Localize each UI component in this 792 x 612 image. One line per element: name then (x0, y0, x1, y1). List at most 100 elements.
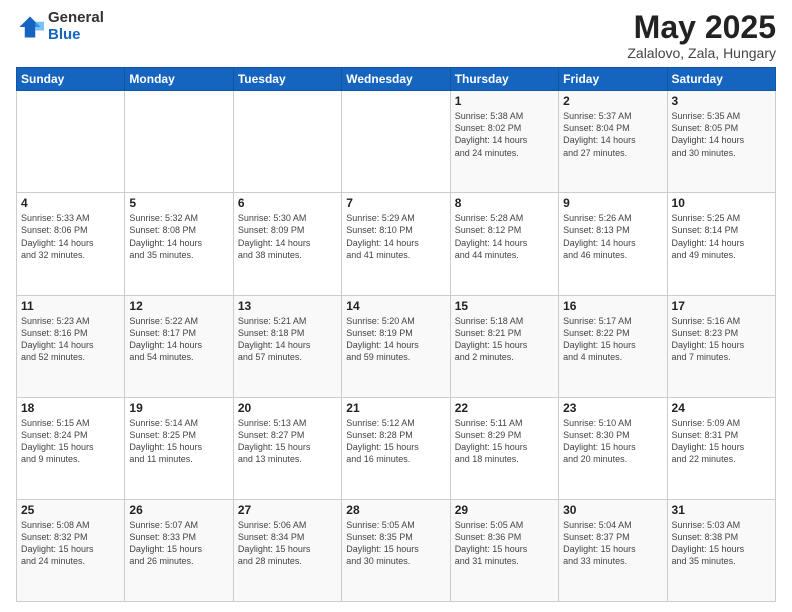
logo: General Blue (16, 10, 104, 43)
cell-info: Sunrise: 5:22 AM Sunset: 8:17 PM Dayligh… (129, 315, 228, 364)
cell-info: Sunrise: 5:16 AM Sunset: 8:23 PM Dayligh… (672, 315, 771, 364)
table-row: 8 Sunrise: 5:28 AM Sunset: 8:12 PM Daylig… (450, 193, 558, 295)
calendar-table: Sunday Monday Tuesday Wednesday Thursday… (16, 67, 776, 602)
day-number: 19 (129, 401, 228, 415)
table-row: 11Sunrise: 5:23 AM Sunset: 8:16 PM Dayli… (17, 295, 125, 397)
day-number: 20 (238, 401, 337, 415)
cell-info: Sunrise: 5:38 AM Sunset: 8:02 PM Dayligh… (455, 110, 554, 159)
table-row: 23Sunrise: 5:10 AM Sunset: 8:30 PM Dayli… (559, 397, 667, 499)
day-number: 30 (563, 503, 662, 517)
day-number: 17 (672, 299, 771, 313)
col-saturday: Saturday (667, 68, 775, 91)
cell-info: Sunrise: 5:28 AM Sunset: 8:12 PM Dayligh… (455, 212, 554, 261)
day-number: 21 (346, 401, 445, 415)
header-row: Sunday Monday Tuesday Wednesday Thursday… (17, 68, 776, 91)
cell-info: Sunrise: 5:33 AM Sunset: 8:06 PM Dayligh… (21, 212, 120, 261)
cell-info: Sunrise: 5:05 AM Sunset: 8:36 PM Dayligh… (455, 519, 554, 568)
table-row: 5Sunrise: 5:32 AM Sunset: 8:08 PM Daylig… (125, 193, 233, 295)
table-row: 14Sunrise: 5:20 AM Sunset: 8:19 PM Dayli… (342, 295, 450, 397)
cell-info: Sunrise: 5:30 AM Sunset: 8:09 PM Dayligh… (238, 212, 337, 261)
day-number: 22 (455, 401, 554, 415)
col-friday: Friday (559, 68, 667, 91)
table-row: 1Sunrise: 5:38 AM Sunset: 8:02 PM Daylig… (450, 91, 558, 193)
table-row: 31Sunrise: 5:03 AM Sunset: 8:38 PM Dayli… (667, 499, 775, 601)
day-number: 26 (129, 503, 228, 517)
table-row: 15Sunrise: 5:18 AM Sunset: 8:21 PM Dayli… (450, 295, 558, 397)
day-number: 3 (672, 94, 771, 108)
cell-info: Sunrise: 5:13 AM Sunset: 8:27 PM Dayligh… (238, 417, 337, 466)
week-row-4: 18 Sunrise: 5:15 AM Sunset: 8:24 PM Dayli… (17, 397, 776, 499)
week-row-1: 1Sunrise: 5:38 AM Sunset: 8:02 PM Daylig… (17, 91, 776, 193)
table-row (342, 91, 450, 193)
day-number: 23 (563, 401, 662, 415)
table-row: 13 Sunrise: 5:21 AM Sunset: 8:18 PM Dayli… (233, 295, 341, 397)
day-number: 4 (21, 196, 120, 210)
col-wednesday: Wednesday (342, 68, 450, 91)
cell-info: Sunrise: 5:25 AM Sunset: 8:14 PM Dayligh… (672, 212, 771, 261)
day-number: 28 (346, 503, 445, 517)
logo-general: General (48, 10, 104, 27)
table-row (233, 91, 341, 193)
cell-info: Sunrise: 5:14 AM Sunset: 8:25 PM Dayligh… (129, 417, 228, 466)
table-row: 3 Sunrise: 5:35 AM Sunset: 8:05 PM Daylig… (667, 91, 775, 193)
cell-info: Sunrise: 5:21 AM Sunset: 8:18 PM Dayligh… (238, 315, 337, 364)
table-row: 12 Sunrise: 5:22 AM Sunset: 8:17 PM Dayli… (125, 295, 233, 397)
table-row (17, 91, 125, 193)
day-number: 9 (563, 196, 662, 210)
calendar-title: May 2025 (627, 10, 776, 45)
table-row: 9 Sunrise: 5:26 AM Sunset: 8:13 PM Daylig… (559, 193, 667, 295)
week-row-2: 4 Sunrise: 5:33 AM Sunset: 8:06 PM Daylig… (17, 193, 776, 295)
table-row: 20 Sunrise: 5:13 AM Sunset: 8:27 PM Dayli… (233, 397, 341, 499)
cell-info: Sunrise: 5:15 AM Sunset: 8:24 PM Dayligh… (21, 417, 120, 466)
day-number: 10 (672, 196, 771, 210)
day-number: 16 (563, 299, 662, 313)
cell-info: Sunrise: 5:23 AM Sunset: 8:16 PM Dayligh… (21, 315, 120, 364)
cell-info: Sunrise: 5:05 AM Sunset: 8:35 PM Dayligh… (346, 519, 445, 568)
day-number: 2 (563, 94, 662, 108)
table-row: 19 Sunrise: 5:14 AM Sunset: 8:25 PM Dayli… (125, 397, 233, 499)
table-row: 4 Sunrise: 5:33 AM Sunset: 8:06 PM Daylig… (17, 193, 125, 295)
table-row: 29 Sunrise: 5:05 AM Sunset: 8:36 PM Dayli… (450, 499, 558, 601)
table-row (125, 91, 233, 193)
day-number: 31 (672, 503, 771, 517)
col-sunday: Sunday (17, 68, 125, 91)
cell-info: Sunrise: 5:29 AM Sunset: 8:10 PM Dayligh… (346, 212, 445, 261)
cell-info: Sunrise: 5:12 AM Sunset: 8:28 PM Dayligh… (346, 417, 445, 466)
cell-info: Sunrise: 5:37 AM Sunset: 8:04 PM Dayligh… (563, 110, 662, 159)
day-number: 6 (238, 196, 337, 210)
table-row: 22 Sunrise: 5:11 AM Sunset: 8:29 PM Dayli… (450, 397, 558, 499)
logo-text: General Blue (48, 10, 104, 43)
cell-info: Sunrise: 5:20 AM Sunset: 8:19 PM Dayligh… (346, 315, 445, 364)
cell-info: Sunrise: 5:11 AM Sunset: 8:29 PM Dayligh… (455, 417, 554, 466)
day-number: 8 (455, 196, 554, 210)
table-row: 30Sunrise: 5:04 AM Sunset: 8:37 PM Dayli… (559, 499, 667, 601)
col-monday: Monday (125, 68, 233, 91)
day-number: 27 (238, 503, 337, 517)
day-number: 5 (129, 196, 228, 210)
week-row-5: 25 Sunrise: 5:08 AM Sunset: 8:32 PM Dayli… (17, 499, 776, 601)
table-row: 26 Sunrise: 5:07 AM Sunset: 8:33 PM Dayli… (125, 499, 233, 601)
cell-info: Sunrise: 5:35 AM Sunset: 8:05 PM Dayligh… (672, 110, 771, 159)
cell-info: Sunrise: 5:08 AM Sunset: 8:32 PM Dayligh… (21, 519, 120, 568)
table-row: 24Sunrise: 5:09 AM Sunset: 8:31 PM Dayli… (667, 397, 775, 499)
cell-info: Sunrise: 5:26 AM Sunset: 8:13 PM Dayligh… (563, 212, 662, 261)
day-number: 25 (21, 503, 120, 517)
cell-info: Sunrise: 5:06 AM Sunset: 8:34 PM Dayligh… (238, 519, 337, 568)
calendar-header: Sunday Monday Tuesday Wednesday Thursday… (17, 68, 776, 91)
calendar-body: 1Sunrise: 5:38 AM Sunset: 8:02 PM Daylig… (17, 91, 776, 602)
table-row: 25 Sunrise: 5:08 AM Sunset: 8:32 PM Dayli… (17, 499, 125, 601)
day-number: 13 (238, 299, 337, 313)
cell-info: Sunrise: 5:09 AM Sunset: 8:31 PM Dayligh… (672, 417, 771, 466)
table-row: 28 Sunrise: 5:05 AM Sunset: 8:35 PM Dayli… (342, 499, 450, 601)
table-row: 21 Sunrise: 5:12 AM Sunset: 8:28 PM Dayli… (342, 397, 450, 499)
cell-info: Sunrise: 5:07 AM Sunset: 8:33 PM Dayligh… (129, 519, 228, 568)
header: General Blue May 2025 Zalalovo, Zala, Hu… (16, 10, 776, 61)
title-block: May 2025 Zalalovo, Zala, Hungary (627, 10, 776, 61)
day-number: 12 (129, 299, 228, 313)
table-row: 16 Sunrise: 5:17 AM Sunset: 8:22 PM Dayli… (559, 295, 667, 397)
day-number: 18 (21, 401, 120, 415)
day-number: 29 (455, 503, 554, 517)
cell-info: Sunrise: 5:17 AM Sunset: 8:22 PM Dayligh… (563, 315, 662, 364)
col-tuesday: Tuesday (233, 68, 341, 91)
day-number: 15 (455, 299, 554, 313)
